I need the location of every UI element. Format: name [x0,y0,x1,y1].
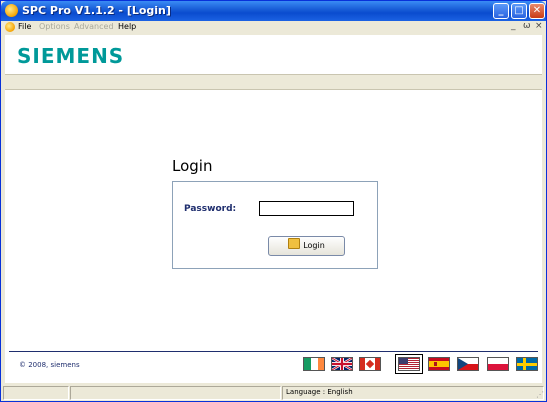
status-pane-2 [70,386,281,400]
document-icon[interactable] [5,22,15,32]
login-button-label: Login [303,241,325,250]
minimize-button[interactable]: _ [493,3,509,19]
window-title: SPC Pro V1.1.2 - [Login] [22,4,171,17]
main-content: SIEMENS Login Password: Login © 2008, si… [5,35,542,383]
flag-czech-icon[interactable] [457,357,479,371]
status-bar: Language : English ⋰ [1,385,546,401]
password-label: Password: [184,204,237,214]
child-close-button[interactable]: × [535,21,543,31]
copyright-text: © 2008, siemens [19,361,80,369]
footer-divider [9,351,538,352]
language-status: Language : English [286,388,353,396]
maximize-button[interactable]: □ [511,3,527,19]
app-window: SPC Pro V1.1.2 - [Login] _ □ ✕ File Opti… [0,0,547,402]
login-panel: Password: Login [172,181,378,269]
menu-file[interactable]: File [18,22,31,31]
flag-ireland-icon[interactable] [303,357,325,371]
menu-bar: File Options Advanced Help _ ѡ × [1,21,546,34]
child-restore-button[interactable]: ѡ [523,21,531,31]
header-band [5,74,542,90]
siemens-logo: SIEMENS [17,44,125,68]
menu-help[interactable]: Help [118,22,136,31]
key-icon [288,238,301,249]
resize-grip-icon[interactable]: ⋰ [536,390,544,399]
status-pane-language: Language : English [282,386,544,400]
flag-uk-icon[interactable] [331,357,353,371]
login-heading: Login [172,157,213,175]
password-input[interactable] [259,201,354,216]
app-icon [5,4,18,17]
login-button[interactable]: Login [268,236,345,256]
close-button[interactable]: ✕ [529,3,545,19]
menu-options[interactable]: Options [39,22,70,31]
flag-canada-icon[interactable] [359,357,381,371]
child-minimize-button[interactable]: _ [511,21,516,31]
title-bar[interactable]: SPC Pro V1.1.2 - [Login] _ □ ✕ [1,1,546,21]
flag-sweden-icon[interactable] [516,357,538,371]
flag-poland-icon[interactable] [487,357,509,371]
flag-spain-icon[interactable] [428,357,450,371]
menu-advanced[interactable]: Advanced [74,22,114,31]
status-pane-1 [3,386,69,400]
flag-usa-icon[interactable] [395,354,423,374]
